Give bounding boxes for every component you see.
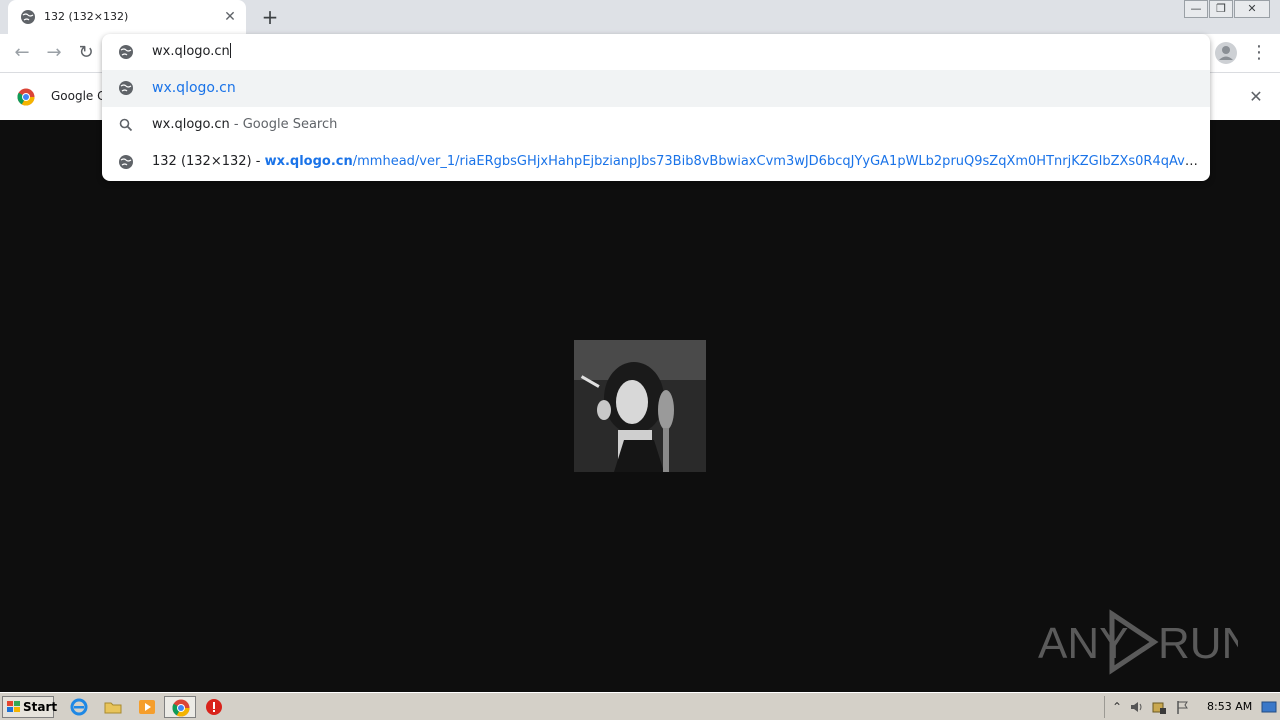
restore-button[interactable]: ❐ bbox=[1209, 0, 1233, 18]
speaker-icon[interactable] bbox=[1129, 699, 1145, 715]
profile-avatar-icon[interactable] bbox=[1215, 42, 1237, 64]
globe-icon bbox=[119, 81, 133, 95]
omnibox-suggestion[interactable]: wx.qlogo.cn - Google Search bbox=[102, 107, 1210, 144]
tab-title: 132 (132×132) bbox=[44, 10, 129, 23]
tray-expand-icon[interactable]: ⌃ bbox=[1109, 699, 1125, 715]
folder-icon[interactable] bbox=[104, 698, 122, 716]
menu-button[interactable]: ⋮ bbox=[1250, 41, 1268, 65]
browser-tab[interactable]: 132 (132×132) ✕ bbox=[8, 0, 246, 34]
chrome-taskbar-button[interactable] bbox=[164, 696, 196, 718]
person-icon bbox=[1219, 46, 1233, 60]
address-input[interactable]: wx.qlogo.cn bbox=[152, 43, 231, 59]
stop-icon[interactable] bbox=[205, 698, 223, 716]
windows-logo-icon bbox=[7, 701, 20, 712]
watermark-text: ANY bbox=[1038, 619, 1128, 668]
media-player-icon[interactable] bbox=[138, 698, 156, 716]
omnibox-suggestion[interactable]: 132 (132×132) - wx.qlogo.cn/mmhead/ver_1… bbox=[102, 144, 1210, 181]
globe-icon bbox=[21, 10, 35, 24]
show-desktop-icon[interactable] bbox=[1261, 699, 1277, 715]
reload-button[interactable]: ↻ bbox=[74, 41, 98, 65]
tab-close-button[interactable]: ✕ bbox=[222, 9, 238, 25]
omnibox-suggestion[interactable]: wx.qlogo.cn bbox=[102, 70, 1210, 107]
action-center-flag-icon[interactable] bbox=[1175, 699, 1191, 715]
start-button[interactable]: Start bbox=[2, 696, 58, 718]
suggestion-text: wx.qlogo.cn - Google Search bbox=[152, 117, 338, 132]
taskbar: Start ⌃ 8:53 AM bbox=[0, 692, 1280, 720]
clock: 8:53 AM bbox=[1207, 700, 1253, 713]
network-icon[interactable] bbox=[1151, 699, 1167, 715]
tab-strip: 132 (132×132) ✕ + — ❐ ✕ bbox=[0, 0, 1280, 34]
close-window-button[interactable]: ✕ bbox=[1234, 0, 1270, 18]
svg-text:RUN: RUN bbox=[1158, 619, 1238, 668]
suggestion-text: 132 (132×132) - wx.qlogo.cn/mmhead/ver_1… bbox=[152, 154, 1202, 169]
page-content: ANY RUN bbox=[0, 120, 1280, 692]
minimize-button[interactable]: — bbox=[1184, 0, 1208, 18]
system-tray: ⌃ 8:53 AM bbox=[1104, 696, 1280, 718]
image-preview[interactable] bbox=[574, 340, 706, 472]
omnibox-popup: wx.qlogo.cn wx.qlogo.cn wx.qlogo.cn - Go… bbox=[102, 34, 1210, 181]
info-bar-text: Google Cl bbox=[51, 89, 109, 103]
globe-icon bbox=[119, 45, 133, 59]
search-icon bbox=[119, 118, 133, 132]
start-label: Start bbox=[23, 700, 58, 714]
text-caret bbox=[229, 43, 231, 58]
anyrun-watermark: ANY RUN bbox=[1038, 609, 1238, 675]
chrome-logo-icon bbox=[17, 88, 35, 106]
forward-button[interactable]: → bbox=[42, 41, 66, 65]
suggestion-link: wx.qlogo.cn bbox=[152, 80, 236, 96]
internet-explorer-icon[interactable] bbox=[70, 698, 88, 716]
new-tab-button[interactable]: + bbox=[258, 6, 282, 28]
address-bar[interactable]: wx.qlogo.cn bbox=[102, 34, 1210, 70]
chrome-icon bbox=[172, 699, 190, 717]
globe-icon bbox=[119, 155, 133, 169]
back-button[interactable]: ← bbox=[10, 41, 34, 65]
info-bar-close-button[interactable]: ✕ bbox=[1246, 87, 1266, 107]
